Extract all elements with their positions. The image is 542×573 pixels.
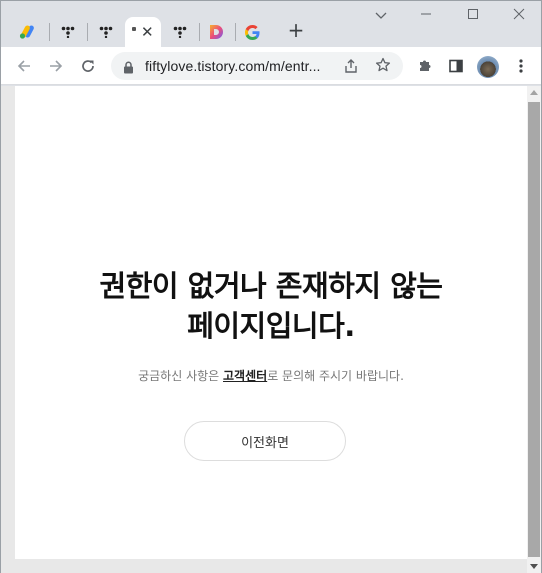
extensions-puzzle-icon[interactable] — [414, 55, 436, 77]
profile-avatar[interactable] — [477, 56, 499, 78]
tistory-icon — [61, 26, 75, 38]
reload-icon[interactable] — [77, 55, 99, 77]
tab-separator — [87, 23, 88, 41]
address-bar[interactable]: fiftylove.tistory.com/m/entr... — [111, 52, 403, 80]
back-button[interactable]: 이전화면 — [184, 421, 346, 461]
tistory-icon — [99, 26, 113, 38]
forward-arrow-icon[interactable] — [45, 55, 67, 77]
scroll-down-icon[interactable] — [530, 564, 538, 569]
window-left-edge — [1, 86, 15, 559]
error-subtext: 궁금하신 사항은 고객센터로 문의해 주시기 바랍니다. — [15, 367, 527, 384]
tab-google[interactable] — [239, 17, 265, 47]
tistory-icon — [173, 26, 187, 38]
tab-search-icon[interactable] — [371, 7, 391, 25]
headline-line-2: 페이지입니다. — [187, 309, 355, 343]
tab-tistory-3[interactable] — [165, 17, 195, 47]
error-headline: 권한이 없거나 존재하지 않는 페이지입니다. — [15, 266, 527, 346]
tab-tistory-2[interactable] — [91, 17, 121, 47]
bookmark-star-icon[interactable] — [375, 57, 391, 77]
tab-separator — [49, 23, 50, 41]
minimize-icon[interactable] — [416, 7, 436, 25]
tab-current[interactable]: ✕ — [125, 17, 161, 47]
tab-separator — [199, 23, 200, 41]
google-ads-icon — [19, 25, 34, 39]
vertical-scrollbar[interactable] — [527, 86, 541, 573]
daum-d-icon — [210, 25, 223, 39]
scroll-thumb[interactable] — [528, 102, 540, 557]
new-tab-button[interactable]: + — [285, 19, 307, 41]
close-window-icon[interactable] — [509, 7, 529, 25]
customer-center-link[interactable]: 고객센터 — [223, 369, 267, 383]
subtext-before: 궁금하신 사항은 — [138, 369, 224, 383]
url-text[interactable]: fiftylove.tistory.com/m/entr... — [145, 58, 321, 74]
window-bottom-edge — [1, 559, 527, 573]
tab-daum[interactable] — [203, 17, 229, 47]
share-icon[interactable] — [343, 58, 359, 78]
side-panel-icon[interactable] — [445, 55, 467, 77]
loading-spinner-icon — [132, 27, 136, 31]
menu-kebab-icon[interactable] — [510, 55, 532, 77]
browser-window: ✕ + fiftylove.tistory.com/m/entr... 권한이 … — [0, 0, 542, 573]
tab-separator — [235, 23, 236, 41]
tab-tistory-1[interactable] — [53, 17, 83, 47]
google-icon — [244, 24, 260, 40]
tab-close-icon[interactable]: ✕ — [141, 25, 154, 40]
subtext-after: 로 문의해 주시기 바랍니다. — [267, 369, 404, 383]
scroll-up-icon[interactable] — [530, 90, 538, 95]
page-viewport: 권한이 없거나 존재하지 않는 페이지입니다. 궁금하신 사항은 고객센터로 문… — [15, 86, 527, 559]
headline-line-1: 권한이 없거나 존재하지 않는 — [99, 269, 443, 303]
maximize-icon[interactable] — [463, 7, 483, 25]
back-arrow-icon[interactable] — [13, 55, 35, 77]
tab-google-ads[interactable] — [11, 17, 45, 47]
lock-icon[interactable] — [123, 59, 134, 78]
tab-strip: ✕ + — [1, 1, 541, 47]
browser-toolbar: fiftylove.tistory.com/m/entr... — [1, 47, 541, 85]
